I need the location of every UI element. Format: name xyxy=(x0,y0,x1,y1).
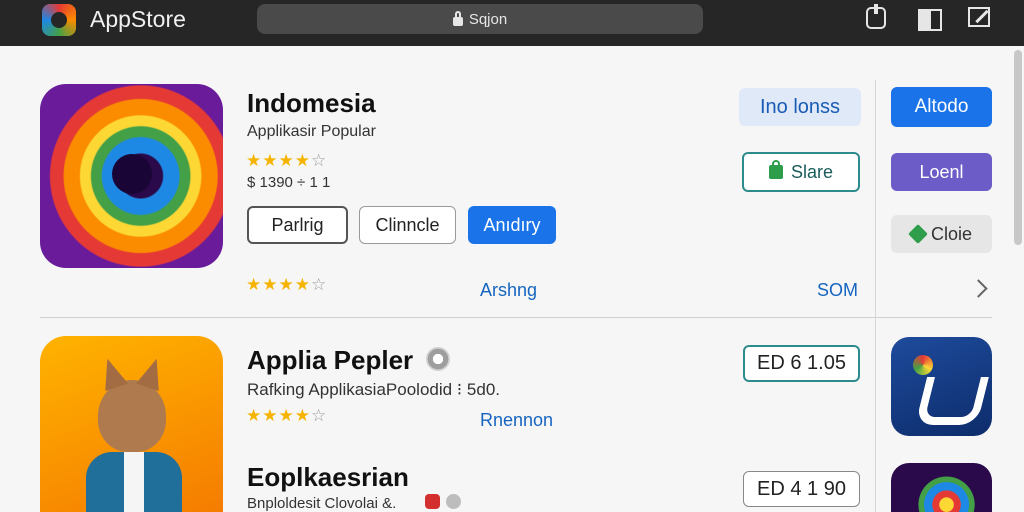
bag-icon xyxy=(768,160,783,179)
fox-mascot-body xyxy=(86,452,182,512)
info-button[interactable]: Ino lonss xyxy=(739,88,861,126)
featured-app-icon[interactable] xyxy=(40,84,223,268)
share-button-label: Slare xyxy=(790,161,834,182)
address-bar[interactable]: Sqjon xyxy=(257,4,703,34)
star-empty-icon: ☆ xyxy=(311,406,327,425)
share-icon[interactable] xyxy=(866,4,886,29)
list-item-title: Eoplkaesrian xyxy=(247,462,409,492)
star-icon: ★ xyxy=(246,151,262,170)
star-empty-icon: ☆ xyxy=(311,275,327,294)
featured-app-title: Indomesia xyxy=(247,88,376,118)
list-app-icon-side[interactable] xyxy=(891,337,992,436)
star-icon: ★ xyxy=(262,275,278,294)
price-button[interactable]: ED 6 1.05 xyxy=(743,345,860,382)
star-icon: ★ xyxy=(294,406,310,425)
tag-icon xyxy=(908,224,928,244)
verified-badge-icon xyxy=(426,347,450,371)
featured-price: $ 1390 ÷ 1 1 xyxy=(247,174,331,191)
featured-bottom-rating-stars: ★ ★ ★ ★ ☆ xyxy=(246,275,326,295)
clinncle-button[interactable]: Clinncle xyxy=(359,206,456,244)
red-badge-icon xyxy=(425,494,440,509)
lock-icon xyxy=(452,10,463,26)
star-icon: ★ xyxy=(262,406,278,425)
edit-icon[interactable] xyxy=(968,7,990,27)
app-name: AppStore xyxy=(90,6,186,32)
list-item-rating-stars: ★ ★ ★ ★ ☆ xyxy=(246,406,326,426)
share-button[interactable]: Slare xyxy=(742,152,860,192)
store-button[interactable]: Cloie xyxy=(891,215,992,253)
list-item-link[interactable]: Rnennon xyxy=(480,410,553,431)
star-icon: ★ xyxy=(278,275,294,294)
column-divider xyxy=(875,80,876,512)
scrollbar[interactable] xyxy=(1014,50,1022,245)
price-button[interactable]: ED 4 1 90 xyxy=(743,471,860,507)
browser-toolbar: AppStore Sqjon xyxy=(0,0,1024,46)
list-item-title: Applia Pepler xyxy=(247,345,414,375)
bookmarks-icon[interactable] xyxy=(918,7,942,31)
fox-mascot xyxy=(98,380,166,452)
chevron-right-icon[interactable] xyxy=(969,279,988,298)
featured-size-label: SOM xyxy=(817,280,859,300)
featured-link[interactable]: Arshng xyxy=(480,280,537,301)
address-text: Sqjon xyxy=(468,10,508,28)
featured-rating-stars: ★ ★ ★ ★ ☆ xyxy=(246,151,326,171)
list-app-icon-colorful[interactable] xyxy=(891,463,992,512)
list-item-subtitle: Rafking ApplikasiaPoolodid ⁝ 5d0. xyxy=(247,380,501,399)
get-button[interactable]: Anıdıry xyxy=(468,206,556,244)
store-button-label: Cloie xyxy=(930,223,973,244)
star-icon: ★ xyxy=(246,275,262,294)
star-icon: ★ xyxy=(246,406,262,425)
list-app-icon-fox[interactable] xyxy=(40,336,223,512)
section-divider xyxy=(40,317,992,318)
star-icon: ★ xyxy=(262,151,278,170)
top-action-button[interactable]: Altodo xyxy=(891,87,992,127)
emoji-badge-icon xyxy=(446,494,461,509)
star-icon: ★ xyxy=(278,406,294,425)
featured-app-subtitle: Applikasir Popular xyxy=(247,123,376,140)
parlrig-button[interactable]: Parlrig xyxy=(247,206,348,244)
list-item-subtitle: Bnploldesit Clovolai &. xyxy=(247,495,397,512)
login-button[interactable]: Loenl xyxy=(891,153,992,191)
appstore-logo-icon[interactable] xyxy=(42,4,76,36)
star-empty-icon: ☆ xyxy=(311,151,327,170)
star-icon: ★ xyxy=(278,151,294,170)
star-icon: ★ xyxy=(294,151,310,170)
star-icon: ★ xyxy=(294,275,310,294)
